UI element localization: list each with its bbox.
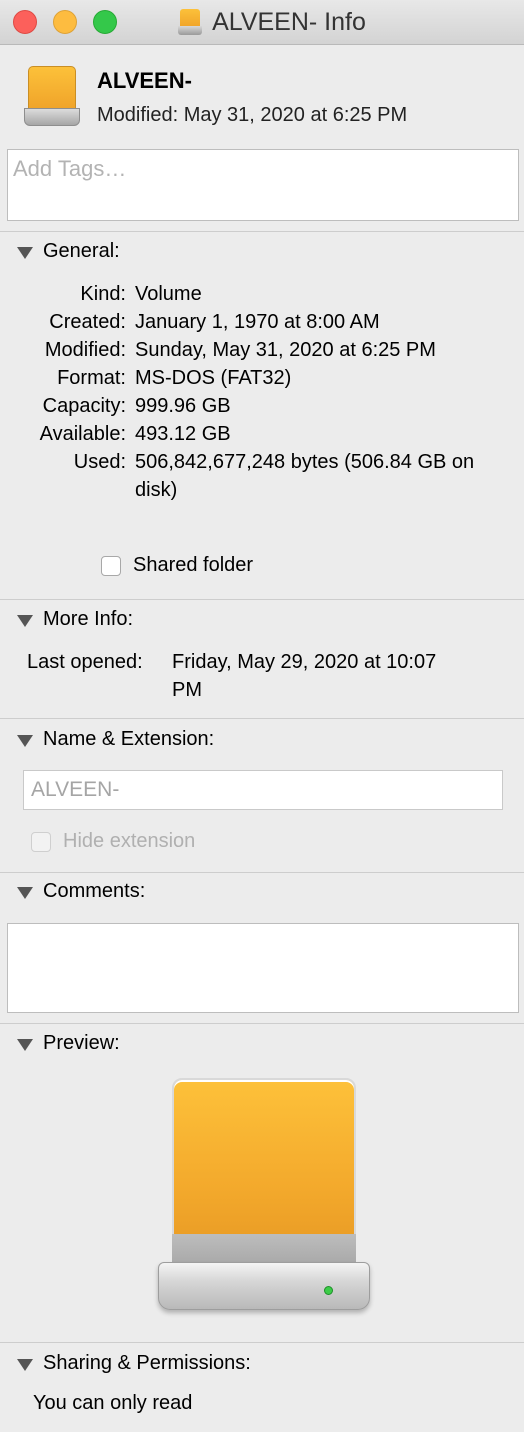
shared-folder-checkbox[interactable]: Shared folder xyxy=(101,554,253,577)
name-extension-section-toggle[interactable]: Name & Extension: xyxy=(17,728,214,751)
info-key: Format: xyxy=(57,367,126,389)
item-name: ALVEEN- xyxy=(97,68,192,93)
item-modified: Modified: May 31, 2020 at 6:25 PM xyxy=(97,104,408,126)
name-field-container xyxy=(23,770,503,810)
disclosure-triangle-icon xyxy=(17,1358,33,1371)
info-key: Kind: xyxy=(80,283,126,305)
disclosure-triangle-icon xyxy=(17,246,33,259)
divider xyxy=(0,599,524,600)
window-title: ALVEEN- Info xyxy=(212,7,366,36)
permissions-text: You can only read xyxy=(33,1392,193,1414)
divider xyxy=(0,718,524,719)
drive-led-icon xyxy=(324,1286,333,1295)
external-drive-icon xyxy=(24,66,80,130)
name-input[interactable] xyxy=(24,771,502,809)
info-value: Volume xyxy=(135,283,202,305)
comments-section-toggle[interactable]: Comments: xyxy=(17,880,145,903)
divider xyxy=(0,1023,524,1024)
comments-container xyxy=(7,923,519,1013)
external-drive-icon xyxy=(158,1078,370,1312)
divider xyxy=(0,1342,524,1343)
hide-extension-checkbox[interactable]: Hide extension xyxy=(31,830,195,853)
tags-input[interactable] xyxy=(8,150,518,188)
disclosure-triangle-icon xyxy=(17,614,33,627)
name-extension-label: Name & Extension: xyxy=(43,728,215,750)
info-value: MS-DOS (FAT32) xyxy=(135,367,292,389)
disclosure-triangle-icon xyxy=(17,886,33,899)
general-section-toggle[interactable]: General: xyxy=(17,240,120,263)
info-key: Available: xyxy=(39,423,126,445)
checkbox[interactable] xyxy=(31,831,51,852)
divider xyxy=(0,231,524,232)
info-value: Friday, May 29, 2020 at 10:07 PM xyxy=(172,651,437,701)
shared-folder-label: Shared folder xyxy=(133,554,254,576)
general-label: General: xyxy=(43,240,120,262)
divider xyxy=(0,872,524,873)
more-info-label: More Info: xyxy=(43,608,134,630)
info-key: Capacity: xyxy=(42,395,126,417)
disclosure-triangle-icon xyxy=(17,734,33,747)
hide-extension-label: Hide extension xyxy=(63,830,196,852)
title-bar: ALVEEN- Info xyxy=(0,0,524,45)
more-info-section-toggle[interactable]: More Info: xyxy=(17,608,133,631)
info-value: 506,842,677,248 bytes (506.84 GB on disk… xyxy=(135,451,475,501)
tags-field-container xyxy=(7,149,519,221)
info-value: 493.12 GB xyxy=(135,423,231,445)
info-key: Used: xyxy=(73,451,126,473)
info-key: Modified: xyxy=(44,339,126,361)
preview-label: Preview: xyxy=(43,1032,120,1054)
comments-label: Comments: xyxy=(43,880,146,902)
disclosure-triangle-icon xyxy=(17,1038,33,1051)
preview-section-toggle[interactable]: Preview: xyxy=(17,1032,120,1055)
comments-textarea[interactable] xyxy=(8,924,518,1012)
info-key: Created: xyxy=(49,311,126,333)
drive-icon xyxy=(178,8,203,36)
sharing-permissions-section-toggle[interactable]: Sharing & Permissions: xyxy=(17,1352,251,1375)
info-value: January 1, 1970 at 8:00 AM xyxy=(135,311,380,333)
checkbox[interactable] xyxy=(101,555,121,576)
info-key: Last opened: xyxy=(27,651,143,673)
info-value: Sunday, May 31, 2020 at 6:25 PM xyxy=(135,339,436,361)
sharing-permissions-label: Sharing & Permissions: xyxy=(43,1352,251,1374)
info-value: 999.96 GB xyxy=(135,395,231,417)
